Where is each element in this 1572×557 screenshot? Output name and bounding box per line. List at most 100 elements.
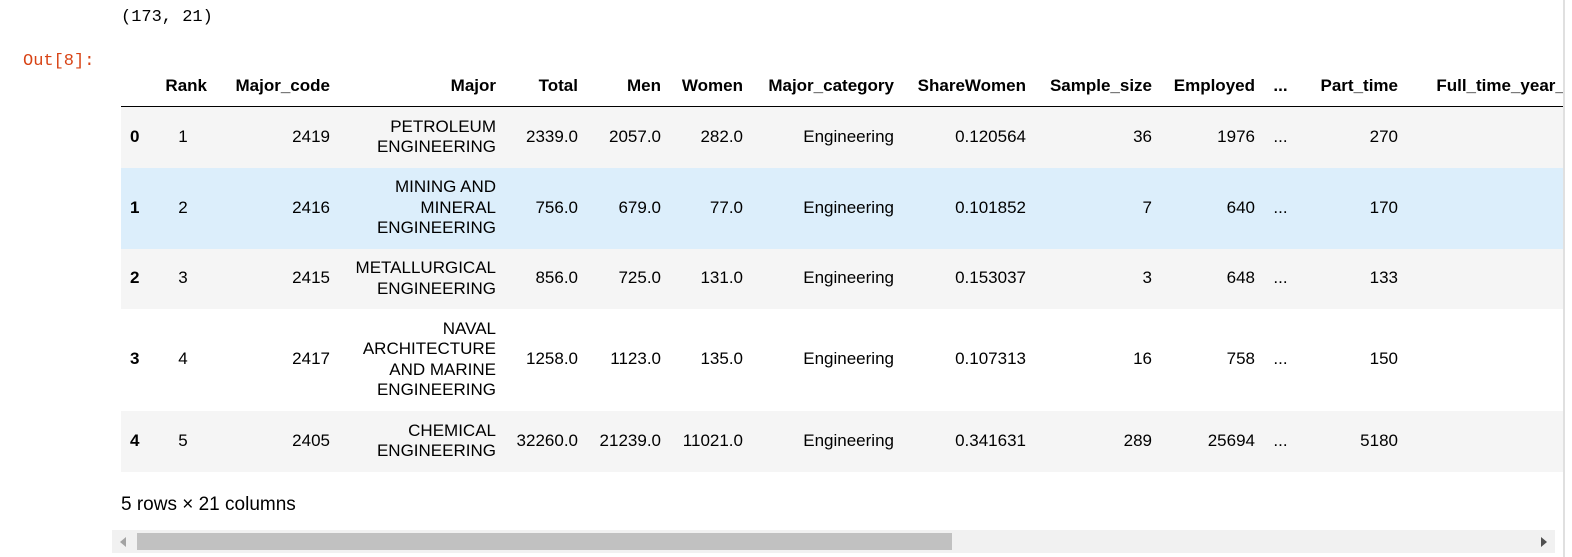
cell-employed: 758 [1160,308,1263,411]
cell-rank: 2 [151,167,215,249]
cell-major: MINING AND MINERAL ENGINEERING [338,167,504,249]
cell-part-time: 133 [1298,248,1406,309]
cell-full-time-year-round: 340 [1406,248,1565,309]
cell-women: 282.0 [669,106,751,168]
cell-rank: 4 [151,308,215,411]
cell-major-category: Engineering [751,410,902,472]
cell-share-women: 0.107313 [902,308,1034,411]
cell-major-code: 2419 [215,106,338,168]
cell-men: 679.0 [586,167,669,249]
table-row[interactable]: 2 3 2415 METALLURGICAL ENGINEERING 856.0… [121,248,1565,309]
header-row: Rank Major_code Major Total Men Women Ma… [121,66,1565,107]
cell-ellipsis: ... [1263,410,1298,472]
table-row[interactable]: 3 4 2417 NAVAL ARCHITECTURE AND MARINE E… [121,308,1565,411]
table-row[interactable]: 1 2 2416 MINING AND MINERAL ENGINEERING … [121,167,1565,249]
cell-share-women: 0.341631 [902,410,1034,472]
output-prompt: Out[8]: [23,52,95,71]
cell-women: 131.0 [669,248,751,309]
cell-major-category: Engineering [751,248,902,309]
cell-men: 725.0 [586,248,669,309]
cell-employed: 648 [1160,248,1263,309]
cell-total: 32260.0 [504,410,586,472]
cell-men: 1123.0 [586,308,669,411]
cell-men: 2057.0 [586,106,669,168]
cell-total: 756.0 [504,167,586,249]
table-row[interactable]: 0 1 2419 PETROLEUM ENGINEERING 2339.0 20… [121,106,1565,168]
cell-major-code: 2405 [215,410,338,472]
column-header-part-time: Part_time [1298,66,1406,107]
cell-rank: 1 [151,106,215,168]
cell-major: NAVAL ARCHITECTURE AND MARINE ENGINEERIN… [338,308,504,411]
cell-total: 2339.0 [504,106,586,168]
cell-full-time-year-round: 1207 [1406,106,1565,168]
cell-men: 21239.0 [586,410,669,472]
cell-employed: 25694 [1160,410,1263,472]
column-header-sample-size: Sample_size [1034,66,1160,107]
column-header-major: Major [338,66,504,107]
cell-major-code: 2417 [215,308,338,411]
cell-ellipsis: ... [1263,167,1298,249]
stdout-text: (173, 21) [121,8,213,27]
cell-major-category: Engineering [751,167,902,249]
cell-major: CHEMICAL ENGINEERING [338,410,504,472]
cell-total: 856.0 [504,248,586,309]
cell-full-time-year-round: 388 [1406,167,1565,249]
cell-part-time: 270 [1298,106,1406,168]
scrollbar-thumb[interactable] [137,533,952,550]
column-header-full-time-year-round: Full_time_year_round [1406,66,1565,107]
column-header-major-category: Major_category [751,66,902,107]
table-shape-summary: 5 rows × 21 columns [121,494,296,515]
column-header-employed: Employed [1160,66,1263,107]
scroll-right-arrow-icon[interactable] [1541,537,1547,547]
cell-rank: 5 [151,410,215,472]
cell-women: 11021.0 [669,410,751,472]
column-header-rank: Rank [151,66,215,107]
cell-rank: 3 [151,248,215,309]
cell-major-code: 2415 [215,248,338,309]
cell-ellipsis: ... [1263,308,1298,411]
cell-employed: 640 [1160,167,1263,249]
cell-sample-size: 289 [1034,410,1160,472]
column-header-ellipsis: ... [1263,66,1298,107]
column-header-share-women: ShareWomen [902,66,1034,107]
vertical-divider [1563,0,1565,557]
table-row[interactable]: 4 5 2405 CHEMICAL ENGINEERING 32260.0 21… [121,410,1565,472]
column-header-women: Women [669,66,751,107]
cell-sample-size: 7 [1034,167,1160,249]
cell-major-category: Engineering [751,308,902,411]
dataframe-table-container[interactable]: Rank Major_code Major Total Men Women Ma… [121,66,1565,472]
cell-part-time: 5180 [1298,410,1406,472]
dataframe-table: Rank Major_code Major Total Men Women Ma… [121,66,1565,472]
cell-major-category: Engineering [751,106,902,168]
cell-part-time: 170 [1298,167,1406,249]
cell-share-women: 0.153037 [902,248,1034,309]
horizontal-scrollbar[interactable] [112,530,1555,553]
scroll-left-arrow-icon[interactable] [120,537,126,547]
column-header-index [121,66,151,107]
cell-share-women: 0.101852 [902,167,1034,249]
column-header-men: Men [586,66,669,107]
column-header-total: Total [504,66,586,107]
cell-ellipsis: ... [1263,106,1298,168]
cell-share-women: 0.120564 [902,106,1034,168]
cell-employed: 1976 [1160,106,1263,168]
cell-major-code: 2416 [215,167,338,249]
cell-major: PETROLEUM ENGINEERING [338,106,504,168]
cell-women: 77.0 [669,167,751,249]
cell-sample-size: 36 [1034,106,1160,168]
cell-part-time: 150 [1298,308,1406,411]
row-index: 3 [121,308,151,411]
cell-ellipsis: ... [1263,248,1298,309]
row-index: 1 [121,167,151,249]
cell-full-time-year-round: 692 [1406,308,1565,411]
column-header-major-code: Major_code [215,66,338,107]
row-index: 2 [121,248,151,309]
cell-total: 1258.0 [504,308,586,411]
cell-major: METALLURGICAL ENGINEERING [338,248,504,309]
cell-full-time-year-round: 16697 [1406,410,1565,472]
cell-sample-size: 3 [1034,248,1160,309]
cell-sample-size: 16 [1034,308,1160,411]
cell-women: 135.0 [669,308,751,411]
row-index: 4 [121,410,151,472]
row-index: 0 [121,106,151,168]
